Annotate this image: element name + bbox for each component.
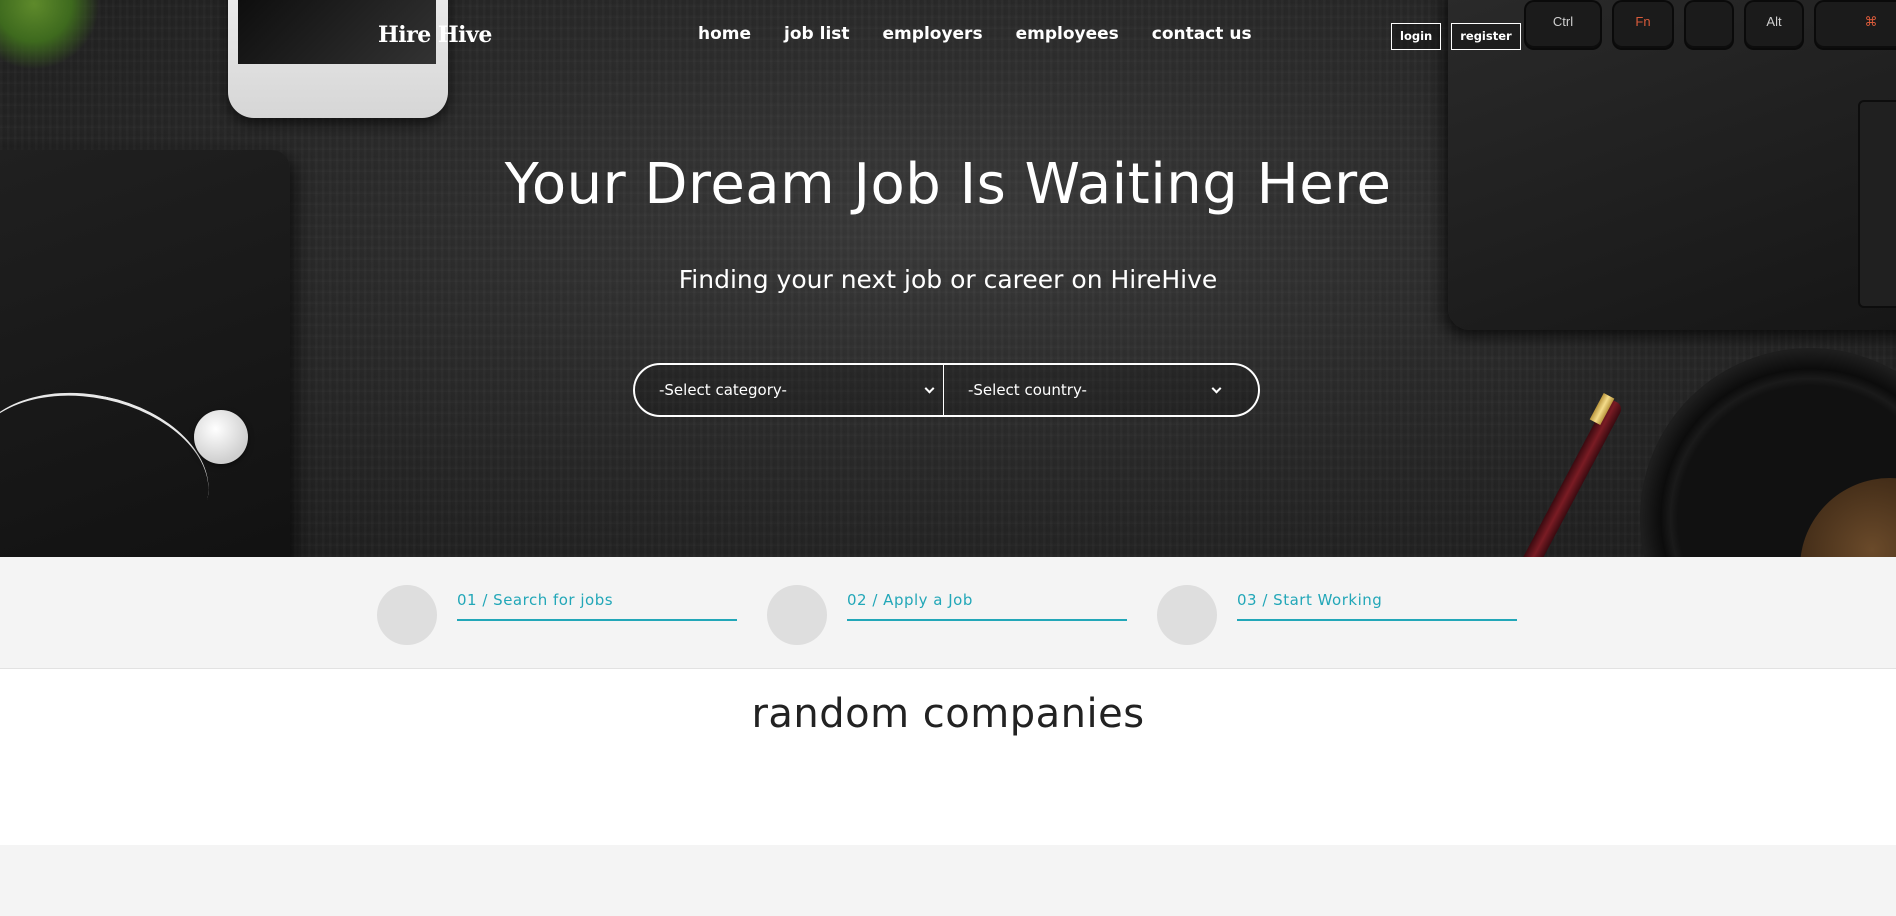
nav-home[interactable]: home — [698, 24, 751, 44]
hero-title: Your Dream Job Is Waiting Here — [504, 152, 1392, 217]
phone-decoration — [228, 0, 448, 118]
key-cmd: ⌘ — [1816, 2, 1896, 48]
nav-contact-us[interactable]: contact us — [1152, 24, 1252, 44]
step-icon — [767, 585, 827, 645]
job-search-bar: -Select category- -Select country- — [633, 363, 1260, 417]
key-alt: Alt — [1746, 2, 1802, 48]
hero-section: Ctrl Fn Alt ⌘ Hire Hive home job list em… — [0, 0, 1896, 557]
companies-heading: random companies — [751, 691, 1145, 737]
chevron-down-icon — [1211, 383, 1222, 394]
step-label: 03 / Start Working — [1237, 591, 1517, 621]
key-fn: Fn — [1614, 2, 1672, 48]
category-select[interactable]: -Select category- — [635, 365, 944, 415]
earbud-decoration — [194, 410, 248, 464]
nav-employees[interactable]: employees — [1016, 24, 1119, 44]
pen-decoration — [1514, 397, 1624, 557]
site-logo[interactable]: Hire Hive — [378, 22, 492, 48]
steps-section: 01 / Search for jobs 02 / Apply a Job 03… — [0, 557, 1896, 669]
footer-band — [0, 845, 1896, 916]
register-button[interactable]: register — [1451, 23, 1521, 50]
step-label: 02 / Apply a Job — [847, 591, 1127, 621]
category-select-value: -Select category- — [659, 381, 787, 399]
key-ctrl: Ctrl — [1526, 2, 1600, 48]
chevron-down-icon — [924, 383, 935, 394]
hero-subtitle: Finding your next job or career on HireH… — [678, 265, 1218, 294]
main-nav: home job list employers employees contac… — [698, 24, 1252, 44]
plant-decoration — [0, 0, 100, 70]
step-icon — [377, 585, 437, 645]
login-button[interactable]: login — [1391, 23, 1442, 50]
country-select-value: -Select country- — [968, 381, 1087, 399]
step-label: 01 / Search for jobs — [457, 591, 737, 621]
key-blank — [1686, 2, 1732, 48]
companies-section: random companies — [0, 669, 1896, 845]
nav-job-list[interactable]: job list — [784, 24, 850, 44]
auth-buttons: login register — [1391, 23, 1521, 50]
nav-employers[interactable]: employers — [883, 24, 983, 44]
step-icon — [1157, 585, 1217, 645]
country-select[interactable]: -Select country- — [944, 365, 1258, 415]
